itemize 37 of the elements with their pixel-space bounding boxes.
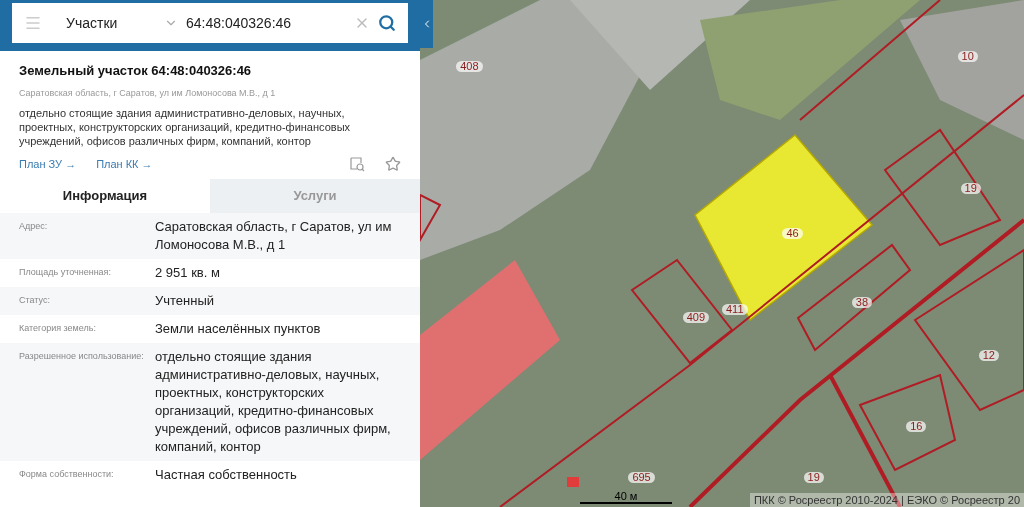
- parcel-address: Саратовская область, г Саратов, ул им Ломоносова М.В., д 1: [19, 86, 277, 100]
- menu-icon[interactable]: [24, 14, 42, 32]
- map-search-icon[interactable]: [349, 156, 365, 173]
- parcel-number-label: 38: [851, 296, 873, 308]
- parcel-number-label: 12: [978, 349, 999, 361]
- parcel-number-label: 695: [628, 471, 655, 483]
- info-label: Категория земель:: [19, 321, 97, 335]
- map-attribution: ПКК © Росреестр 2010-2024 | ЕЭКО © Росреестр 20: [749, 493, 1024, 507]
- parcel-number-label: 16: [906, 420, 927, 432]
- parcel-number-label: 411: [722, 304, 748, 316]
- info-label: Адрес:: [19, 219, 49, 233]
- plan-link[interactable]: План ЗУ →: [19, 156, 77, 173]
- info-value: Саратовская область, г Саратов, ул им Ломоносова М.В., д 1: [155, 217, 393, 254]
- info-value: отдельно стоящие здания административно-деловых, научных, проектных, конструкторских организаций, кредитно-финансовых учреждений, офисов различных фирм, компаний, контор: [155, 347, 392, 456]
- info-value: Земли населённых пунктов: [155, 319, 322, 338]
- parcel-number-label: 19: [960, 182, 981, 194]
- parcel-description: отдельно стоящие здания административно-деловых, научных, проектных, конструкторских организаций, кредитно-финансовых учреждений, офисов различных фирм, компаний, контор: [19, 106, 352, 148]
- parcel-title: Земельный участок 64:48:040326:46: [19, 62, 253, 80]
- layer-dropdown[interactable]: Участки: [66, 12, 178, 34]
- satellite-map[interactable]: 408 10 19 46 409 411 38 12 16 695 19 40 м ПКК © Росреестр 2010-2024 | ЕЭКО © Росреестр 20: [420, 0, 1024, 507]
- info-label: Статус:: [19, 293, 51, 307]
- info-label: Площадь уточненная:: [19, 265, 112, 279]
- parcel-number-label: 10: [957, 50, 978, 62]
- info-value: Учтенный: [155, 291, 216, 310]
- plan-link[interactable]: План КК →: [96, 156, 153, 173]
- info-value: Частная собственность: [155, 465, 298, 484]
- parcel-number-label: 46: [782, 228, 803, 240]
- info-value: 2 951 кв. м: [155, 263, 221, 282]
- favorite-star-icon[interactable]: [385, 156, 401, 173]
- parcel-number-label: 408: [456, 60, 483, 72]
- parcel-number-label: 409: [682, 311, 710, 323]
- parcel-number-label: 19: [803, 471, 824, 483]
- search-icon[interactable]: [378, 14, 396, 32]
- search-input-field[interactable]: 64:48:040326:46: [186, 12, 346, 34]
- info-label: Разрешенное использование:: [19, 349, 145, 363]
- map-scale-label: 40 м: [614, 491, 638, 502]
- info-label: Форма собственности:: [19, 467, 115, 481]
